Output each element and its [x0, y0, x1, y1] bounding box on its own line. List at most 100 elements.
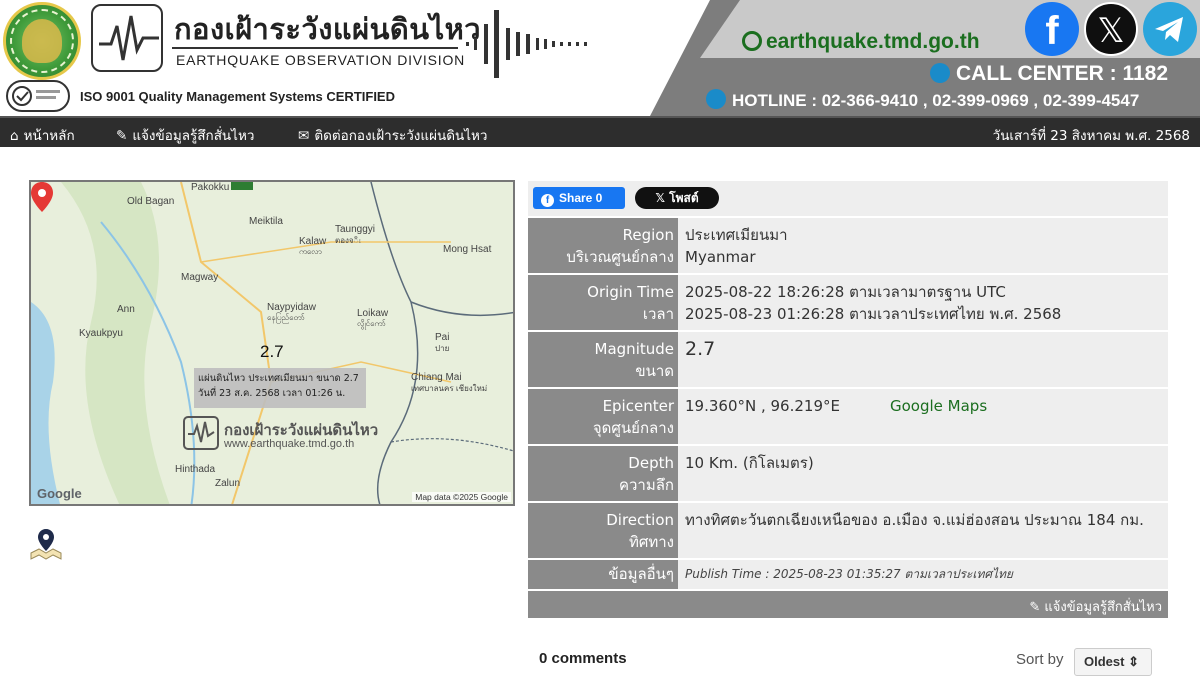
report-felt-label: แจ้งข้อมูลรู้สึกสั่นไหว	[1044, 600, 1162, 615]
facebook-icon[interactable]: f	[1025, 2, 1079, 56]
map-magnitude-label: 2.7	[260, 342, 284, 361]
sort-select[interactable]: Oldest ⇕	[1074, 648, 1152, 676]
phone-icon	[706, 89, 726, 109]
region-th: ประเทศเมียนมา	[685, 226, 788, 244]
row-label: Depth ความลึก	[528, 446, 678, 501]
map-place-label-local: เทศบาลนคร เชียงใหม่	[411, 384, 488, 393]
label-th: จุดศูนย์กลาง	[592, 419, 674, 437]
watermark-url: www.earthquake.tmd.go.th	[224, 438, 355, 450]
map-popup: แผ่นดินไหว ประเทศเมียนมา ขนาด 2.7 วันที่…	[194, 368, 366, 408]
mail-icon: ✉	[298, 128, 310, 144]
current-date: วันเสาร์ที่ 23 สิงหาคม พ.ศ. 2568	[992, 128, 1190, 144]
seismograph-logo-icon	[91, 4, 163, 72]
site-header: กองเฝ้าระวังแผ่นดินไหว EARTHQUAKE OBSERV…	[0, 0, 1200, 116]
nav-home[interactable]: ⌂ หน้าหลัก	[10, 124, 75, 146]
title-divider	[172, 47, 458, 49]
row-value: ทางทิศตะวันตกเฉียงเหนือของ อ.เมือง จ.แม่…	[678, 503, 1168, 558]
label-th: ข้อมูลอื่นๆ	[608, 565, 674, 583]
hotline[interactable]: HOTLINE : 02-366-9410 , 02-399-0969 , 02…	[706, 89, 1139, 111]
globe-icon	[742, 31, 762, 51]
map-place-label: Hinthada	[175, 464, 216, 475]
main-nav: ⌂ หน้าหลัก ✎ แจ้งข้อมูลรู้สึกสั่นไหว ✉ ติดต…	[0, 116, 1200, 147]
call-center[interactable]: CALL CENTER : 1182	[930, 62, 1168, 86]
earthquake-map[interactable]: Pakokku Old Bagan Meiktila Taunggyi ตองจ…	[29, 180, 515, 506]
detail-row-direction: Direction ทิศทาง ทางทิศตะวันตกเฉียงเหนือ…	[528, 501, 1168, 558]
map-place-label: Mong Hsat	[443, 244, 492, 255]
origin-time-utc: 2025-08-22 18:26:28 ตามเวลามาตรฐาน UTC	[685, 283, 1006, 301]
nav-contact[interactable]: ✉ ติดต่อกองเฝ้าระวังแผ่นดินไหว	[298, 124, 487, 146]
phone-icon	[930, 63, 950, 83]
row-value: 2.7	[678, 332, 1168, 387]
website-link[interactable]: earthquake.tmd.go.th	[742, 30, 980, 54]
row-value: 2025-08-22 18:26:28 ตามเวลามาตรฐาน UTC 2…	[678, 275, 1168, 330]
org-title-en: EARTHQUAKE OBSERVATION DIVISION	[176, 52, 466, 68]
row-value: 19.360°N , 96.219°E Google Maps	[678, 389, 1168, 444]
row-label: Region บริเวณศูนย์กลาง	[528, 218, 678, 273]
x-twitter-icon[interactable]: 𝕏	[1084, 2, 1138, 56]
map-place-label: Meiktila	[249, 216, 283, 227]
label-en: Direction	[606, 511, 674, 529]
magnitude-value: 2.7	[685, 338, 716, 360]
label-en: Magnitude	[594, 340, 674, 358]
sort-label: Sort by	[1016, 651, 1064, 668]
nav-report-felt[interactable]: ✎ แจ้งข้อมูลรู้สึกสั่นไหว	[116, 124, 254, 146]
detail-row-origin-time: Origin Time เวลา 2025-08-22 18:26:28 ตาม…	[528, 273, 1168, 330]
map-place-label: Pakokku	[191, 182, 230, 193]
detail-row-region: Region บริเวณศูนย์กลาง ประเทศเมียนมา Mya…	[528, 216, 1168, 273]
map-attribution[interactable]: Map data ©2025 Google	[412, 492, 511, 502]
nav-contact-label: ติดต่อกองเฝ้าระวังแผ่นดินไหว	[314, 128, 488, 144]
watermark-logo-icon	[183, 416, 219, 450]
report-felt-button[interactable]: ✎ แจ้งข้อมูลรู้สึกสั่นไหว	[1029, 596, 1162, 617]
edit-form-icon: ✎	[116, 128, 128, 144]
telegram-icon[interactable]	[1143, 2, 1197, 56]
row-label: Magnitude ขนาด	[528, 332, 678, 387]
seal-emblem	[22, 19, 62, 63]
detail-row-other: ข้อมูลอื่นๆ Publish Time : 2025-08-23 01…	[528, 558, 1168, 589]
row-label: Direction ทิศทาง	[528, 503, 678, 558]
label-th: เวลา	[642, 305, 674, 323]
row-label: Origin Time เวลา	[528, 275, 678, 330]
epicenter-pin-icon[interactable]	[31, 182, 53, 212]
row-value: ประเทศเมียนมา Myanmar	[678, 218, 1168, 273]
label-en: Epicenter	[602, 397, 674, 415]
comments-count: 0 comments	[539, 650, 627, 667]
label-en: Region	[622, 226, 674, 244]
iso-text: ISO 9001 Quality Management Systems CERT…	[80, 89, 395, 104]
origin-time-local: 2025-08-23 01:26:28 ตามเวลาประเทศไทย พ.ศ…	[685, 305, 1062, 323]
facebook-share-button[interactable]: f Share 0	[533, 187, 625, 209]
row-value: Publish Time : 2025-08-23 01:35:27 ตามเว…	[678, 560, 1168, 589]
map-place-label-local: ปาย	[435, 344, 450, 353]
call-center-text: CALL CENTER : 1182	[956, 62, 1168, 85]
google-maps-link[interactable]: Google Maps	[890, 395, 987, 417]
label-th: บริเวณศูนย์กลาง	[566, 248, 674, 266]
row-value: 10 Km. (กิโลเมตร)	[678, 446, 1168, 501]
home-icon: ⌂	[10, 128, 19, 144]
nav-report-label: แจ้งข้อมูลรู้สึกสั่นไหว	[132, 128, 255, 144]
map-place-label: Zalun	[215, 478, 241, 489]
map-location-icon[interactable]	[29, 527, 63, 561]
detail-row-epicenter: Epicenter จุดศูนย์กลาง 19.360°N , 96.219…	[528, 387, 1168, 444]
label-th: ความลึก	[618, 476, 674, 494]
edit-form-icon: ✎	[1029, 600, 1045, 615]
direction-value: ทางทิศตะวันตกเฉียงเหนือของ อ.เมือง จ.แม่…	[685, 511, 1144, 529]
map-place-label-local: ตองจီး	[335, 236, 361, 245]
website-text: earthquake.tmd.go.th	[766, 30, 980, 53]
facebook-icon: f	[541, 194, 554, 207]
nav-home-label: หน้าหลัก	[23, 128, 75, 144]
label-th: ขนาด	[635, 362, 674, 380]
depth-value: 10 Km. (กิโลเมตร)	[685, 454, 814, 472]
org-title-th: กองเฝ้าระวังแผ่นดินไหว	[174, 12, 482, 46]
iso-certification-badge	[6, 80, 70, 112]
label-en: Origin Time	[587, 283, 674, 301]
row-label: Epicenter จุดศูนย์กลาง	[528, 389, 678, 444]
google-logo: Google	[37, 486, 82, 501]
map-place-label-local: လွိုင်ကော်	[357, 319, 386, 328]
map-place-label: Kyaukpyu	[79, 328, 123, 339]
map-place-label-local: နေပြည်တော်	[267, 313, 305, 322]
share-label: Share 0	[559, 191, 603, 205]
label-en: Depth	[628, 454, 674, 472]
seismic-wave-graphic	[466, 10, 587, 78]
map-place-label-local: ကလော	[299, 247, 322, 256]
x-post-button[interactable]: 𝕏 โพสต์	[635, 187, 719, 209]
tmd-seal-logo[interactable]	[3, 2, 81, 80]
